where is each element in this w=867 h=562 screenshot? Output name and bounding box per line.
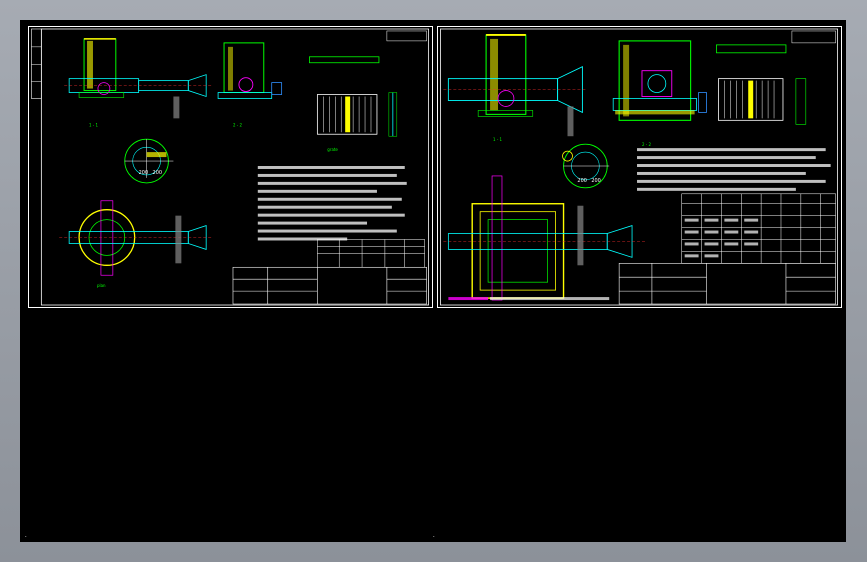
corner-mark-center: . [432,532,436,539]
left-drawing-sheet[interactable]: 1 - 1 2 - 2 grate 200 200 plan [28,26,433,308]
section-well-2: 2 - 2 [217,42,283,127]
corner-mark-left: . [24,532,28,539]
quantity-table-right [681,193,836,264]
svg-text:200: 200 [591,178,600,184]
grate-detail-right [716,44,807,125]
svg-text:grate: grate [327,147,338,152]
title-block-right [618,263,836,305]
section-well-1: 1 - 1 [64,38,214,127]
section-large-2: 2 - 2 [612,40,707,147]
svg-text:2 - 2: 2 - 2 [233,122,242,127]
svg-text:1 - 1: 1 - 1 [89,122,98,127]
circle-detail-right: 200 200 [562,143,610,189]
svg-text:plan: plan [97,283,106,288]
quantity-table [317,239,425,268]
grate-detail: grate [309,56,398,152]
right-sheet-drawing: 1 - 1 2 - 2 200 200 [440,28,838,306]
svg-text:2 - 2: 2 - 2 [642,142,651,147]
svg-text:200: 200 [139,170,148,176]
notes-block-right [637,148,831,191]
cad-model-space[interactable]: 1 - 1 2 - 2 grate 200 200 plan 1 - 1 2 -… [20,20,846,542]
right-drawing-sheet[interactable]: 1 - 1 2 - 2 200 200 [437,26,842,308]
svg-text:200: 200 [577,178,586,184]
title-block [232,266,427,305]
circle-detail: 200 200 [124,138,174,184]
svg-text:200: 200 [153,170,162,176]
notes-block [257,166,407,241]
svg-text:1 - 1: 1 - 1 [493,137,502,142]
left-sheet-drawing: 1 - 1 2 - 2 grate 200 200 plan [31,28,429,306]
plan-view: plan [59,200,214,288]
section-large-1: 1 - 1 [443,34,588,142]
plan-view-right [443,175,647,301]
